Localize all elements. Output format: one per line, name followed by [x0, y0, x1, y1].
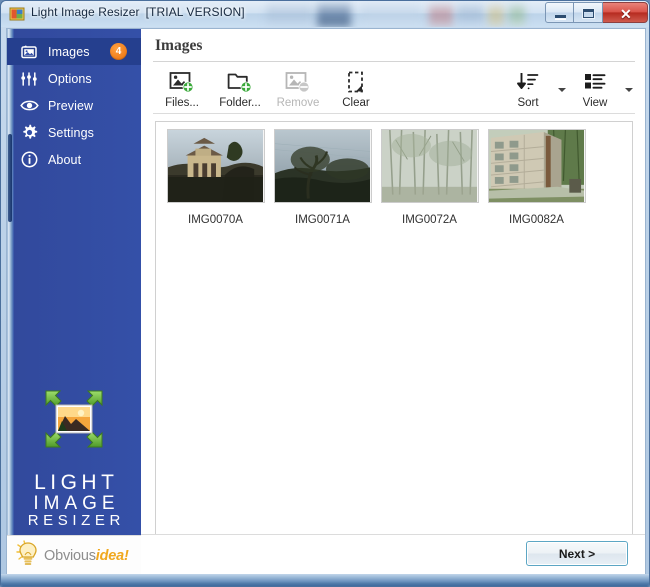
brand-block: LIGHT IMAGE RESIZER [7, 388, 141, 529]
sidebar-item-label: Preview [48, 98, 94, 113]
vendor-name: Obviousidea! [44, 548, 129, 564]
images-count-badge: 4 [110, 43, 127, 60]
thumbnail-image [166, 129, 265, 203]
thumbnail-image [380, 129, 479, 203]
client-area: Images 4 Options Preview Settings About … [6, 28, 646, 576]
title-bar[interactable]: Light Image Resizer [TRIAL VERSION] ✕ [1, 1, 649, 27]
main-pane: Images Files... Folder... Remove Clear S… [141, 29, 645, 575]
desktop-glass-blur [488, 1, 504, 27]
toolbar-divider [153, 113, 635, 114]
app-window: Light Image Resizer [TRIAL VERSION] ✕ Im… [0, 0, 650, 587]
list-view-icon [583, 70, 607, 94]
thumbnail-item[interactable]: IMG0072A [376, 129, 483, 226]
sort-control[interactable]: Sort [499, 67, 566, 113]
brand-line-2: IMAGE [33, 492, 120, 514]
thumbnail-caption: IMG0072A [402, 214, 457, 226]
sidebar-item-settings[interactable]: Settings [7, 119, 141, 146]
sidebar-item-label: Options [48, 71, 92, 86]
image-list-box[interactable]: IMG0070A IMG0071A IMG0072A IMG0082A [155, 121, 633, 556]
chevron-down-icon[interactable] [558, 88, 566, 92]
clear-dashed-icon [343, 70, 369, 94]
toolbar-right-group: Sort View [499, 67, 633, 113]
lightbulb-icon [15, 539, 41, 572]
remove-image-button[interactable]: Remove [269, 67, 327, 113]
window-title: Light Image Resizer [TRIAL VERSION] [31, 5, 245, 19]
thumbnail-grid: IMG0070A IMG0071A IMG0072A IMG0082A [162, 129, 590, 226]
desktop-glass-blur [457, 1, 483, 27]
maximize-button[interactable] [574, 2, 603, 23]
app-image-resizer-icon [9, 6, 25, 22]
toolbar: Files... Folder... Remove Clear Sort Vie… [141, 62, 645, 114]
info-icon [19, 151, 39, 169]
brand-wordmark: LIGHT IMAGE RESIZER [7, 470, 141, 530]
sidebar-item-label: About [48, 152, 82, 167]
add-folder-button[interactable]: Folder... [211, 67, 269, 113]
thumbnail-item[interactable]: IMG0070A [162, 129, 269, 226]
vendor-logo[interactable]: Obviousidea! [7, 535, 141, 575]
window-bottom-border [1, 574, 649, 586]
window-trial-tag: [TRIAL VERSION] [145, 5, 245, 19]
brand-line-1: LIGHT [34, 470, 119, 494]
remove-image-icon [285, 70, 311, 94]
sidebar-item-about[interactable]: About [7, 146, 141, 173]
sliders-icon [19, 70, 39, 88]
thumbnail-caption: IMG0082A [509, 214, 564, 226]
minimize-icon [555, 15, 566, 19]
thumbnail-caption: IMG0071A [295, 214, 350, 226]
desktop-glass-blur [266, 1, 312, 27]
thumbnail-image [273, 129, 372, 203]
eye-icon [19, 97, 39, 115]
close-icon: ✕ [620, 6, 632, 22]
maximize-icon [583, 9, 594, 18]
vendor-name-part1: Obvious [44, 547, 96, 564]
sidebar-item-label: Images [48, 44, 90, 59]
page-title: Images [155, 37, 203, 54]
gear-icon [19, 124, 39, 142]
sidebar-item-preview[interactable]: Preview [7, 92, 141, 119]
view-control[interactable]: View [566, 67, 633, 113]
sidebar-item-label: Settings [48, 125, 94, 140]
desktop-glass-blur [509, 1, 525, 27]
desktop-glass-blur [361, 1, 421, 27]
minimize-button[interactable] [545, 2, 574, 23]
sort-descending-icon [516, 70, 540, 94]
desktop-glass-blur [317, 1, 351, 27]
photos-icon [19, 43, 39, 61]
sidebar-nav: Images 4 Options Preview Settings About [7, 38, 141, 173]
add-image-icon [169, 70, 195, 94]
sidebar-item-images[interactable]: Images 4 [7, 38, 141, 65]
brand-line-3: RESIZER [27, 512, 125, 530]
next-button[interactable]: Next > [526, 541, 628, 566]
chevron-down-icon[interactable] [625, 88, 633, 92]
desktop-glass-blur [429, 1, 453, 27]
sort-button[interactable]: Sort [499, 67, 557, 113]
sidebar-item-options[interactable]: Options [7, 65, 141, 92]
vendor-name-part2: idea! [95, 547, 129, 564]
toolbar-left-group: Files... Folder... Remove Clear [153, 67, 385, 113]
clear-list-button[interactable]: Clear [327, 67, 385, 113]
toolbar-button-label: Files... [165, 97, 199, 109]
sidebar: Images 4 Options Preview Settings About … [7, 29, 141, 575]
toolbar-button-label: Clear [342, 97, 370, 109]
thumbnail-caption: IMG0070A [188, 214, 243, 226]
toolbar-button-label: Sort [517, 97, 539, 109]
add-files-button[interactable]: Files... [153, 67, 211, 113]
add-folder-icon [227, 70, 253, 94]
thumbnail-image [487, 129, 586, 203]
toolbar-button-label: Folder... [219, 97, 261, 109]
thumbnail-item[interactable]: IMG0082A [483, 129, 590, 226]
close-button[interactable]: ✕ [603, 2, 648, 23]
window-title-text: Light Image Resizer [31, 5, 140, 19]
view-button[interactable]: View [566, 67, 624, 113]
toolbar-button-label: View [582, 97, 608, 109]
thumbnail-item[interactable]: IMG0071A [269, 129, 376, 226]
window-controls: ✕ [545, 2, 648, 23]
toolbar-button-label: Remove [276, 97, 320, 109]
expand-arrows-photo-icon [43, 388, 105, 450]
footer-bar: Next > [141, 534, 645, 575]
